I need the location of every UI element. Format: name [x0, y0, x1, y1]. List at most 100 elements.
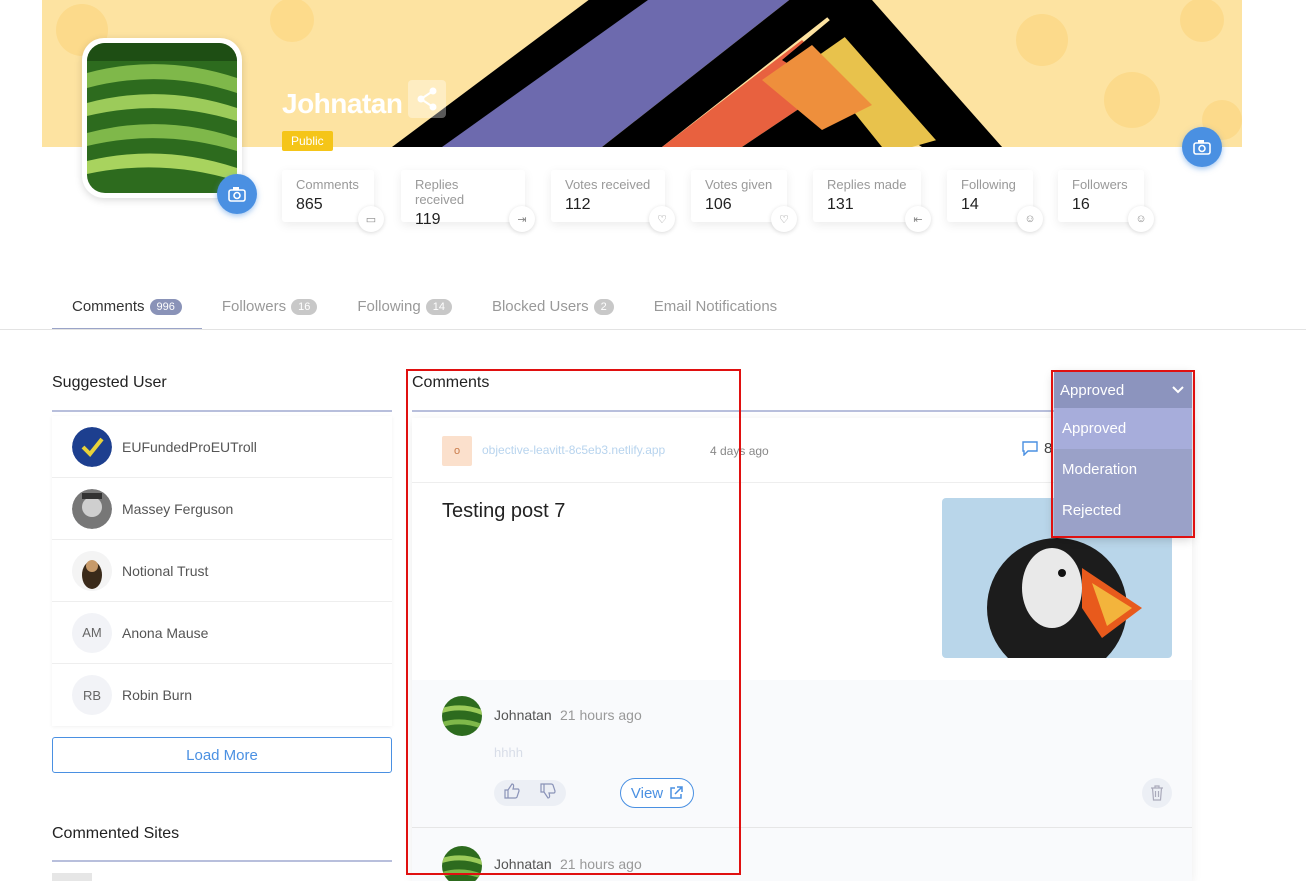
tab-label: Following [357, 298, 421, 315]
users-icon: ☺ [1017, 206, 1043, 232]
load-more-button[interactable]: Load More [52, 737, 392, 773]
visibility-badge: Public [282, 131, 333, 151]
share-icon [417, 87, 437, 111]
avatar [72, 426, 112, 467]
suggested-user-row[interactable]: RB Robin Burn [52, 664, 392, 726]
reply-author[interactable]: Johnatan [494, 707, 552, 723]
selected-value: Approved [1060, 381, 1125, 399]
reply-text: hhhh [494, 745, 523, 760]
reply-author[interactable]: Johnatan [494, 856, 552, 872]
avatar-image [87, 43, 237, 193]
tab-followers[interactable]: Followers 16 [202, 290, 337, 330]
site-url-link[interactable]: objective-leavitt-8c5eb3.netlify.app [482, 443, 702, 457]
thumbs-up-icon[interactable] [504, 782, 520, 804]
reply-item: Johnatan 21 hours ago hhhh View [412, 680, 1192, 828]
avatar: AM [72, 612, 112, 653]
site-thumbnail [52, 873, 92, 881]
stat-label: Replies received [415, 177, 465, 207]
change-avatar-button[interactable] [217, 174, 257, 214]
stat-followers: Followers 16 ☺ [1058, 170, 1154, 232]
stat-label: Comments [296, 177, 359, 192]
stat-label: Followers [1072, 177, 1128, 192]
thumbs-down-icon[interactable] [540, 782, 556, 804]
section-divider [52, 410, 392, 412]
status-filter-selected[interactable]: Approved [1054, 372, 1192, 408]
stat-label: Votes given [705, 177, 773, 192]
tabs-divider [0, 329, 1306, 330]
profile-tabs: Comments 996 Followers 16 Following 14 B… [52, 290, 797, 330]
stat-value: 14 [961, 196, 979, 213]
stat-value: 112 [565, 196, 591, 213]
suggested-user-row[interactable]: AM Anona Mause [52, 602, 392, 664]
stat-value: 16 [1072, 196, 1090, 213]
stat-following: Following 14 ☺ [947, 170, 1043, 232]
stat-value: 131 [827, 196, 854, 213]
suggested-user-row[interactable]: Massey Ferguson [52, 478, 392, 540]
tab-blocked-users[interactable]: Blocked Users 2 [472, 290, 634, 330]
stat-votes-given: Votes given 106 ♡ [691, 170, 797, 232]
stat-label: Following [961, 177, 1016, 192]
vote-controls [494, 780, 566, 806]
avatar [72, 550, 112, 591]
tab-comments[interactable]: Comments 996 [52, 290, 202, 330]
reply-out-icon: ⇤ [905, 206, 931, 232]
avatar [442, 696, 482, 736]
delete-button[interactable] [1142, 778, 1172, 808]
user-name: Robin Burn [122, 687, 193, 703]
stat-label: Votes received [565, 177, 651, 192]
heart-in-icon: ♡ [649, 206, 675, 232]
tab-label: Followers [221, 298, 287, 315]
tab-email-notifications[interactable]: Email Notifications [634, 290, 797, 330]
stat-value: 865 [296, 196, 323, 213]
reply-in-icon: ⇥ [509, 206, 535, 232]
tab-following[interactable]: Following 14 [337, 290, 472, 330]
avatar: RB [72, 675, 112, 715]
camera-icon [228, 187, 246, 202]
tab-label: Blocked Users [491, 298, 589, 315]
user-name: Anona Mause [122, 624, 209, 641]
chevron-down-icon [1172, 386, 1184, 394]
suggested-users-title: Suggested User [52, 374, 167, 391]
tab-count: 2 [593, 299, 614, 315]
filter-option-approved[interactable]: Approved [1054, 408, 1192, 449]
heart-out-icon: ♡ [771, 206, 797, 232]
suggested-user-row[interactable]: Notional Trust [52, 540, 392, 602]
post-title[interactable]: Testing post 7 [442, 500, 565, 523]
reply-time: 21 hours ago [560, 856, 642, 872]
reply-time: 21 hours ago [560, 707, 642, 723]
profile-username: Johnatan [282, 88, 403, 119]
stat-value: 119 [415, 211, 441, 228]
section-divider [52, 860, 392, 862]
status-filter-dropdown[interactable]: Approved Approved Moderation Rejected [1054, 372, 1192, 536]
comment-icon [1022, 441, 1038, 456]
user-name: Notional Trust [122, 562, 209, 579]
stat-replies-received: Replies received 119 ⇥ [401, 170, 535, 232]
tab-count: 996 [149, 299, 182, 315]
suggested-user-row[interactable]: EUFundedProEUTroll [52, 416, 392, 478]
tab-count: 14 [425, 299, 452, 315]
filter-option-moderation[interactable]: Moderation [1054, 449, 1192, 490]
stat-replies-made: Replies made 131 ⇤ [813, 170, 931, 232]
change-banner-button[interactable] [1182, 127, 1222, 167]
reply-item: Johnatan 21 hours ago [412, 828, 1192, 881]
view-button[interactable]: View [620, 778, 694, 808]
post-comment-count: 8 [1022, 440, 1052, 457]
avatar [442, 846, 482, 881]
comment-count-value: 8 [1044, 440, 1053, 457]
external-link-icon [670, 786, 683, 799]
profile-avatar [82, 38, 242, 198]
user-name: Massey Ferguson [122, 500, 234, 517]
stat-label: Replies made [827, 177, 907, 192]
comments-title: Comments [412, 374, 490, 391]
filter-option-rejected[interactable]: Rejected [1054, 490, 1192, 531]
comment-icon: ▭ [358, 206, 384, 232]
camera-icon [1193, 140, 1211, 155]
avatar [72, 488, 112, 529]
post-time: 4 days ago [710, 444, 769, 458]
trash-icon [1151, 785, 1163, 801]
site-favicon: o [442, 436, 472, 466]
share-button[interactable] [408, 80, 446, 118]
tab-label: Email Notifications [653, 298, 778, 315]
tab-label: Comments [72, 298, 145, 315]
user-name: EUFundedProEUTroll [122, 438, 257, 455]
